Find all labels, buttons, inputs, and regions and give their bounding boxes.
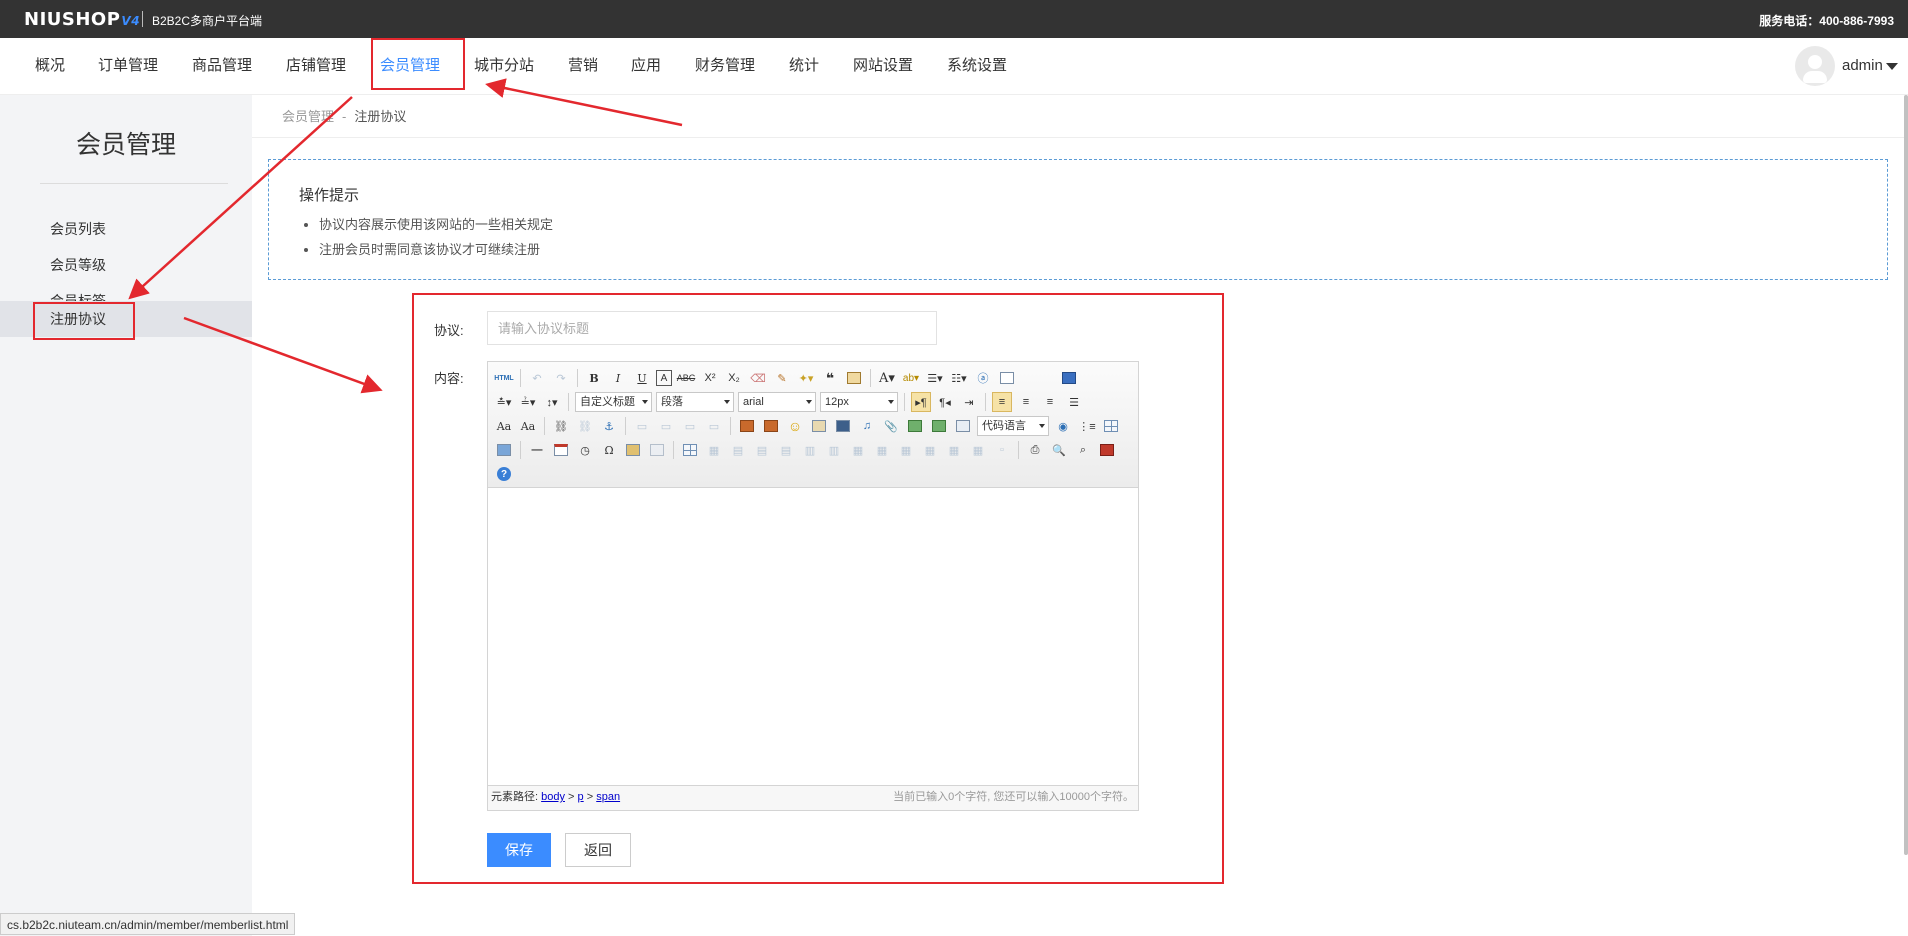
nav-site-settings[interactable]: 网站设置 [853, 38, 913, 94]
user-name[interactable]: admin [1842, 38, 1883, 94]
nav-finance[interactable]: 财务管理 [695, 38, 755, 94]
breadcrumb-separator: - [342, 109, 347, 124]
breadcrumb-parent[interactable]: 会员管理 [282, 109, 334, 124]
nav-city-sites[interactable]: 城市分站 [474, 38, 534, 94]
user-menu-caret-icon[interactable] [1886, 63, 1898, 70]
sidebar-title: 会员管理 [75, 131, 176, 159]
browser-status-url: cs.b2b2c.niuteam.cn/admin/member/memberl… [0, 913, 296, 935]
annotation-box-form [412, 293, 1224, 884]
nav-goods[interactable]: 商品管理 [192, 38, 252, 94]
top-bar: NIUSHOPV4 B2B2C多商户平台端 服务电话：400-886-7993 [0, 0, 1908, 38]
main-nav: 概况 订单管理 商品管理 店铺管理 会员管理 城市分站 营销 应用 财务管理 统… [0, 38, 1908, 95]
sidebar-divider [40, 183, 228, 184]
sidebar: 会员管理 会员列表 会员等级 会员标签 注册协议 [0, 95, 252, 936]
platform-subtitle: B2B2C多商户平台端 [152, 14, 263, 28]
page-scrollbar[interactable] [1904, 95, 1908, 855]
nav-statistics[interactable]: 统计 [789, 38, 819, 94]
annotation-box-nav [371, 38, 465, 90]
nav-system-settings[interactable]: 系统设置 [947, 38, 1007, 94]
annotation-box-sidebar [33, 302, 135, 340]
tips-item: 协议内容展示使用该网站的一些相关规定 [319, 212, 553, 237]
tips-title: 操作提示 [299, 187, 360, 204]
breadcrumb-divider [252, 137, 1908, 138]
brand-version: V4 [121, 14, 141, 28]
brand-logo[interactable]: NIUSHOPV4 [24, 9, 140, 30]
breadcrumb-current: 注册协议 [354, 109, 407, 124]
nav-orders[interactable]: 订单管理 [98, 38, 158, 94]
breadcrumb: 会员管理 - 注册协议 [282, 106, 406, 125]
tips-list: 协议内容展示使用该网站的一些相关规定 注册会员时需同意该协议才可继续注册 [299, 212, 553, 262]
sidebar-item-member-level[interactable]: 会员等级 [0, 247, 252, 283]
nav-marketing[interactable]: 营销 [568, 38, 598, 94]
brand-divider [142, 11, 143, 27]
sidebar-item-member-list[interactable]: 会员列表 [0, 211, 252, 247]
user-avatar[interactable] [1795, 46, 1835, 86]
operation-tips-panel: 操作提示 协议内容展示使用该网站的一些相关规定 注册会员时需同意该协议才可继续注… [268, 159, 1888, 280]
nav-shops[interactable]: 店铺管理 [286, 38, 346, 94]
service-hotline: 服务电话：400-886-7993 [1759, 14, 1894, 28]
tips-item: 注册会员时需同意该协议才可继续注册 [319, 237, 553, 262]
nav-apps[interactable]: 应用 [631, 38, 661, 94]
nav-overview[interactable]: 概况 [35, 38, 65, 94]
